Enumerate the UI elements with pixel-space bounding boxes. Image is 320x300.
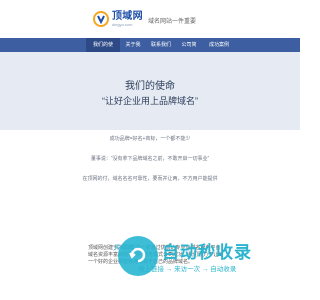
logo[interactable]: 顶域网 dingyu.com: [93, 11, 143, 27]
nav-item-mission[interactable]: 我们的使命: [86, 38, 120, 62]
header-slogan: 域名网站一件重要: [148, 19, 197, 25]
mission-title: 我们的使命: [125, 81, 175, 92]
mission-banner: 我们的使命 “让好企业用上品牌域名”: [0, 52, 300, 130]
logo-subtext: dingyu.com: [112, 21, 133, 27]
nav-item-company[interactable]: 公司简介: [176, 38, 202, 62]
mission-subtitle: “让好企业用上品牌域名”: [102, 96, 198, 106]
main-nav: 我们的使命 关于我们 联系我们人 公司简介 成功案例: [0, 38, 300, 62]
watermark-brand: 天寻网: [113, 245, 134, 252]
mission-content: 成功品牌=好名+商标，一个都不能少 董事说：“没有拿下品牌域名之前，不敢开启一切…: [0, 136, 300, 196]
logo-text: 顶域网: [112, 10, 143, 22]
watermark-title: 自动秒收录: [162, 243, 252, 262]
nav-item-about[interactable]: 关于我们: [120, 38, 146, 62]
watermark-overlay: 自动秒收录 做上链接 → 来访一次 → 自动收录: [118, 236, 300, 276]
content-line: 在顶网的付，域名名名可靠性，要而并让两，不方用户能提供: [82, 176, 218, 182]
content-line: 董事说：“没有拿下品牌域名之前，不敢开启一切事业”: [90, 156, 210, 162]
content-line: 成功品牌=好名+商标，一个都不能少: [109, 136, 191, 142]
nav-item-cases[interactable]: 成功案例: [202, 38, 236, 52]
watermark-steps: 做上链接 → 来访一次 → 自动收录: [138, 266, 237, 273]
nav-item-contact[interactable]: 联系我们人: [146, 38, 176, 62]
logo-icon: [93, 11, 109, 27]
header: 顶域网 dingyu.com 域名网站一件重要: [0, 0, 300, 38]
